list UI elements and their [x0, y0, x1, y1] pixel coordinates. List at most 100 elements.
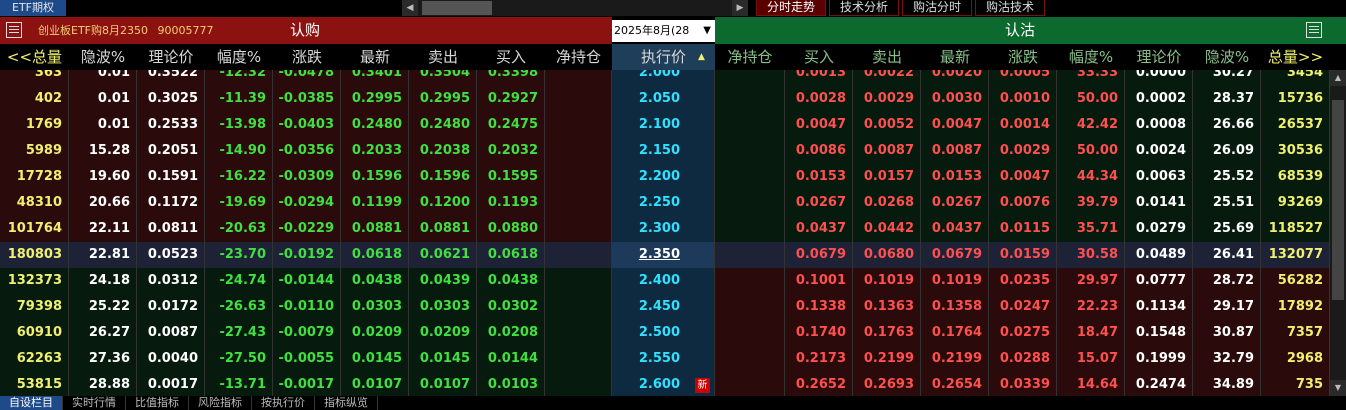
- put-col-header-3[interactable]: 卖出: [853, 44, 921, 70]
- call-col-header-9[interactable]: 净持仓: [545, 44, 612, 70]
- put-col-header-2[interactable]: 买入: [785, 44, 853, 70]
- table-row[interactable]: 101764 22.11 0.0811 -20.63 -0.0229 0.0881 0.08…: [0, 216, 1330, 242]
- bottom-tab-4[interactable]: 风险指标: [189, 396, 252, 410]
- strike-price[interactable]: 2.250: [612, 190, 680, 216]
- put-col-header-4[interactable]: 最新: [921, 44, 989, 70]
- grid-line: [784, 70, 785, 396]
- grid-line: [852, 70, 853, 396]
- scroll-down-icon[interactable]: ▼: [1330, 380, 1346, 396]
- put-cell: 0.0339: [999, 377, 1050, 392]
- call-col-header-2[interactable]: 隐波%: [69, 44, 137, 70]
- put-cell: 0.0267: [931, 195, 982, 210]
- call-cell: 0.0145: [351, 351, 402, 366]
- table-row[interactable]: 17728 19.60 0.1591 -16.22 -0.0309 0.1596 0.159…: [0, 164, 1330, 190]
- bottom-tab-5[interactable]: 按执行价: [252, 396, 315, 410]
- call-cell: 28.88: [88, 377, 130, 392]
- call-cell: 0.2480: [351, 117, 402, 132]
- call-cell: 0.0145: [419, 351, 470, 366]
- month-select-value: 2025年8月(28: [614, 24, 690, 37]
- strike-price[interactable]: 2.600: [612, 372, 680, 398]
- call-cell: 101764: [7, 221, 62, 236]
- call-cell: 22.11: [88, 221, 130, 236]
- put-col-header-7[interactable]: 理论价: [1125, 44, 1193, 70]
- table-row[interactable]: 62263 27.36 0.0040 -27.50 -0.0055 0.0145 0.014…: [0, 346, 1330, 372]
- table-row[interactable]: 5989 15.28 0.2051 -14.90 -0.0356 0.2033 0.2038…: [0, 138, 1330, 164]
- sort-asc-icon[interactable]: ▲: [698, 44, 705, 70]
- call-cell: 0.0621: [419, 247, 470, 262]
- strike-price[interactable]: 2.200: [612, 164, 680, 190]
- call-cell: 0.0312: [147, 273, 198, 288]
- table-row[interactable]: 180803 22.81 0.0523 -23.70 -0.0192 0.0618 0.06…: [0, 242, 1330, 268]
- call-col-header-6[interactable]: 最新: [341, 44, 409, 70]
- scroll-left-icon[interactable]: ◀: [402, 0, 418, 16]
- put-col-header-6[interactable]: 幅度%: [1057, 44, 1125, 70]
- month-select[interactable]: 2025年8月(28 ▼: [612, 20, 715, 42]
- bottom-tab-3[interactable]: 比值指标: [126, 396, 189, 410]
- put-col-header-1[interactable]: 净持仓: [715, 44, 785, 70]
- call-cell: 0.0172: [147, 299, 198, 314]
- bottom-tabs: 自设栏目 实时行情 比值指标 风险指标 按执行价 指标纵览: [0, 396, 1346, 410]
- grid-menu-icon[interactable]: [6, 22, 22, 38]
- scroll-thumb[interactable]: [422, 1, 492, 15]
- scroll-right-icon[interactable]: ▶: [732, 0, 748, 16]
- strike-price[interactable]: 2.550: [612, 346, 680, 372]
- bottom-tab-6[interactable]: 指标纵览: [315, 396, 378, 410]
- vertical-scrollbar[interactable]: ▲ ▼: [1330, 70, 1346, 396]
- call-cell: 0.0209: [351, 325, 402, 340]
- call-col-header-7[interactable]: 卖出: [409, 44, 477, 70]
- grid-line: [1260, 70, 1261, 396]
- call-col-header-8[interactable]: 买入: [477, 44, 545, 70]
- table-row[interactable]: 79398 25.22 0.0172 -26.63 -0.0110 0.0303 0.030…: [0, 294, 1330, 320]
- table-row[interactable]: 132373 24.18 0.0312 -24.74 -0.0144 0.0438 0.04…: [0, 268, 1330, 294]
- put-col-header-8[interactable]: 隐波%: [1193, 44, 1261, 70]
- call-cell: 0.0107: [351, 377, 402, 392]
- put-cell: 93269: [1277, 195, 1323, 210]
- call-col-header-4[interactable]: 幅度%: [205, 44, 273, 70]
- strike-price[interactable]: 2.500: [612, 320, 680, 346]
- scroll-up-icon[interactable]: ▲: [1330, 70, 1346, 86]
- put-cell: 32.79: [1212, 351, 1254, 366]
- table-row[interactable]: 1769 0.01 0.2533 -13.98 -0.0403 0.2480 0.2480 0…: [0, 112, 1330, 138]
- call-cell: -0.0110: [278, 299, 334, 314]
- tab-2[interactable]: 技术分析: [829, 0, 900, 16]
- bottom-tab-2[interactable]: 实时行情: [63, 396, 126, 410]
- call-col-header-1[interactable]: <<总量: [0, 44, 69, 70]
- tab-1[interactable]: 分时走势: [756, 0, 827, 16]
- put-cell: 132077: [1268, 247, 1323, 262]
- strike-price[interactable]: 2.150: [612, 138, 680, 164]
- strike-price[interactable]: 2.050: [612, 86, 680, 112]
- table-row[interactable]: 48310 20.66 0.1172 -19.69 -0.0294 0.1199 0.120…: [0, 190, 1330, 216]
- strike-price[interactable]: 2.100: [612, 112, 680, 138]
- strike-price[interactable]: 2.350: [612, 242, 680, 268]
- put-col-header-9[interactable]: 总量>>: [1261, 44, 1330, 70]
- tab-4[interactable]: 购沽技术: [975, 0, 1046, 16]
- table-row[interactable]: 402 0.01 0.3025 -11.39 -0.0385 0.2995 0.2995 0.…: [0, 86, 1330, 112]
- grid-menu-icon[interactable]: [1306, 22, 1322, 38]
- grid-line: [204, 70, 205, 396]
- put-cell: 29.17: [1212, 299, 1254, 314]
- put-cell: 0.0247: [999, 299, 1050, 314]
- tab-3[interactable]: 购沽分时: [902, 0, 973, 16]
- strike-price[interactable]: 2.400: [612, 268, 680, 294]
- put-cell: 0.0076: [999, 195, 1050, 210]
- horizontal-scrollbar[interactable]: ◀ ▶: [402, 0, 748, 16]
- grid-line: [1192, 70, 1193, 396]
- call-cell: 0.1200: [419, 195, 470, 210]
- put-cell: 0.0679: [931, 247, 982, 262]
- chevron-down-icon[interactable]: ▼: [703, 20, 711, 42]
- table-row[interactable]: 60910 26.27 0.0087 -27.43 -0.0079 0.0209 0.020…: [0, 320, 1330, 346]
- call-cell: 0.0107: [419, 377, 470, 392]
- strike-price[interactable]: 2.300: [612, 216, 680, 242]
- call-cell: 0.2995: [351, 91, 402, 106]
- bottom-tab-1[interactable]: 自设栏目: [0, 396, 63, 410]
- strike-price[interactable]: 2.450: [612, 294, 680, 320]
- call-col-header-5[interactable]: 涨跌: [273, 44, 341, 70]
- etf-options-tab[interactable]: ETF期权: [0, 0, 66, 16]
- put-col-header-5[interactable]: 涨跌: [989, 44, 1057, 70]
- grid-line: [1124, 70, 1125, 396]
- put-cell: 0.0010: [999, 91, 1050, 106]
- table-row[interactable]: 53815 28.88 0.0017 -13.71 -0.0017 0.0107 0.010…: [0, 372, 1330, 398]
- scroll-thumb[interactable]: [1332, 100, 1344, 300]
- call-col-header-3[interactable]: 理论价: [137, 44, 205, 70]
- contract-name: 创业板ETF购8月2350: [38, 24, 148, 37]
